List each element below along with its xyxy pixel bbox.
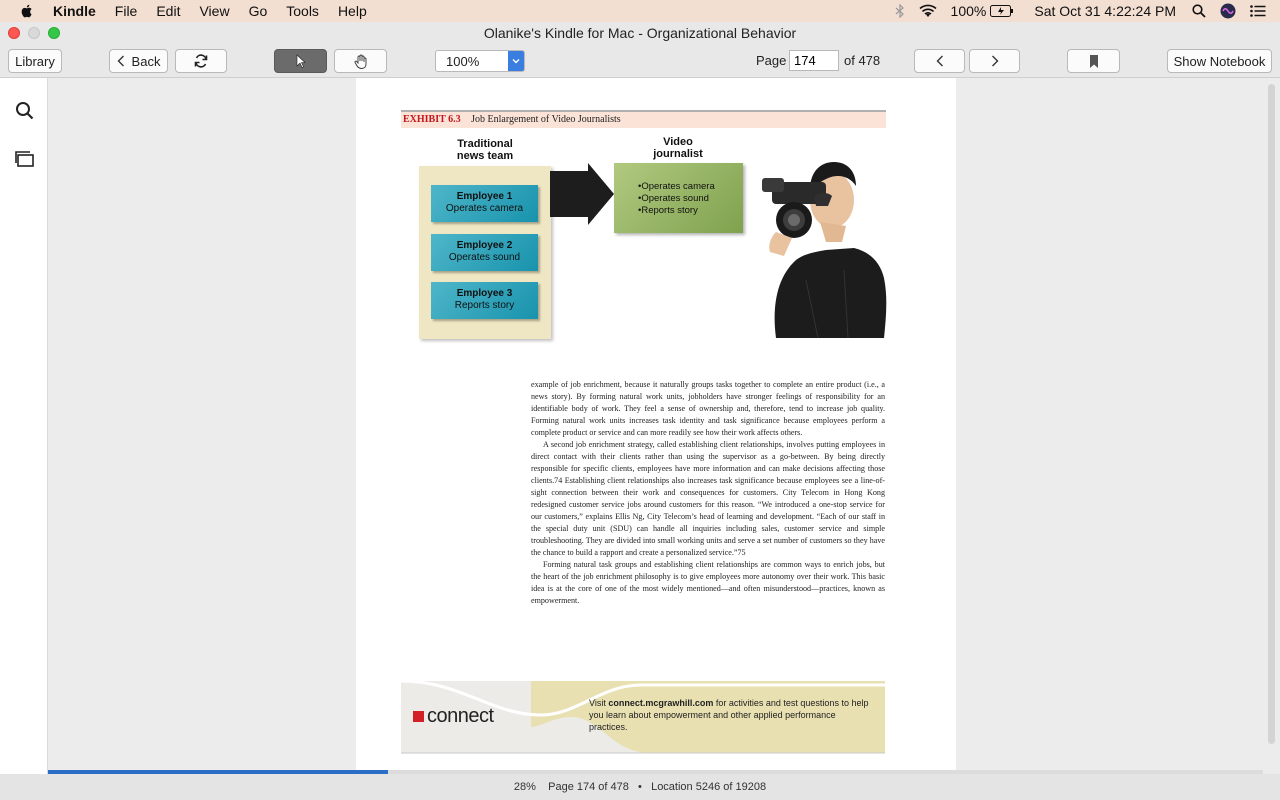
book-page: EXHIBIT 6.3 Job Enlargement of Video Jou… [356,78,956,770]
traditional-team-heading: Traditional news team [456,138,514,162]
page-number-input[interactable]: 174 [789,50,839,71]
spotlight-icon[interactable] [1192,4,1206,18]
employee-card: Employee 1 Operates camera [431,185,538,222]
chevron-right-icon [991,55,998,67]
reading-area: EXHIBIT 6.3 Job Enlargement of Video Jou… [49,78,1280,770]
zoom-window-button[interactable] [48,27,60,39]
vertical-scrollbar[interactable] [1268,84,1275,744]
employee-task: Operates camera [445,203,524,214]
bookmark-icon [1089,54,1098,68]
menu-edit[interactable]: Edit [156,3,180,19]
sync-icon [194,54,208,68]
window-titlebar: Olanike's Kindle for Mac - Organizationa… [0,22,1280,44]
back-button[interactable]: Back [109,49,168,73]
body-text: example of job enrichment, because it na… [531,379,885,607]
search-icon[interactable] [14,100,36,122]
library-button[interactable]: Library [8,49,62,73]
left-sidebar [0,78,48,776]
menu-app-name[interactable]: Kindle [53,3,96,19]
toolbar: Library Back 100% Page 174 of 478 Show N… [0,44,1280,78]
traditional-team-panel: Employee 1 Operates camera Employee 2 Op… [419,166,551,339]
siri-icon[interactable] [1220,3,1236,19]
status-bar: 28% Page 174 of 478 • Location 5246 of 1… [0,774,1280,800]
connect-logo: connect [413,705,494,728]
bookmark-button[interactable] [1067,49,1120,73]
employee-task: Reports story [454,300,515,311]
zoom-value: 100% [446,53,480,69]
employee-task: Operates sound [448,252,521,263]
previous-page-button[interactable] [914,49,965,73]
paragraph: Forming natural task groups and establis… [531,560,885,605]
flashcards-icon[interactable] [14,148,36,170]
mcgraw-hill-logo-icon [413,711,424,722]
chevron-down-icon[interactable] [508,51,524,71]
battery-icon[interactable] [990,5,1014,17]
cursor-arrow-icon [296,54,306,68]
page-label: Page [756,53,787,68]
bluetooth-icon[interactable] [895,4,905,18]
journalist-task: Reports story [638,205,743,217]
menu-view[interactable]: View [199,3,229,19]
journalist-task: Operates sound [638,193,743,205]
show-notebook-button[interactable]: Show Notebook [1167,49,1272,73]
connect-banner: connect Visit connect.mcgrawhill.com for… [401,675,885,758]
page-total: of 478 [844,53,881,68]
battery-percent: 100% [950,3,987,19]
cameraman-illustration [762,162,887,339]
window-title: Olanike's Kindle for Mac - Organizationa… [483,25,797,41]
banner-text-prefix: Visit [589,698,609,708]
employee-name: Employee 3 [456,288,513,299]
wifi-icon[interactable] [919,4,937,18]
connect-banner-text: Visit connect.mcgrawhill.com for activit… [589,697,874,733]
arrow-right-icon [550,163,614,225]
hand-icon [354,54,366,69]
connect-logo-text: connect [427,705,494,727]
exhibit-number: EXHIBIT 6.3 [403,114,461,125]
paragraph: example of job enrichment, because it na… [531,380,885,437]
menu-file[interactable]: File [115,3,138,19]
employee-name: Employee 1 [456,191,513,202]
exhibit-title: Job Enlargement of Video Journalists [471,114,621,125]
chevron-left-icon [936,55,943,67]
menubar-clock[interactable]: Sat Oct 31 4:22:24 PM [1034,3,1176,19]
notification-center-icon[interactable] [1250,5,1266,17]
video-journalist-heading: Video journalist [653,136,703,160]
minimize-window-button[interactable] [28,27,40,39]
journalist-task: Operates camera [638,181,743,193]
back-button-label: Back [131,53,161,69]
menu-help[interactable]: Help [338,3,367,19]
apple-icon[interactable] [19,3,35,19]
exhibit-header: EXHIBIT 6.3 Job Enlargement of Video Jou… [401,110,886,128]
sync-button[interactable] [175,49,227,73]
select-tool-button[interactable] [274,49,327,73]
menu-bar: Kindle File Edit View Go Tools Help 100%… [0,0,1280,22]
menu-go[interactable]: Go [249,3,268,19]
close-window-button[interactable] [8,27,20,39]
video-journalist-panel: Operates camera Operates sound Reports s… [614,163,743,233]
chevron-left-icon [117,55,124,67]
zoom-select[interactable]: 100% [435,50,525,72]
paragraph: A second job enrichment strategy, called… [531,440,885,557]
location-status: 28% Page 174 of 478 • Location 5246 of 1… [513,781,767,793]
employee-name: Employee 2 [456,240,513,251]
connect-url-link[interactable]: connect.mcgrawhill.com [608,698,713,708]
employee-card: Employee 3 Reports story [431,282,538,319]
next-page-button[interactable] [969,49,1020,73]
menu-tools[interactable]: Tools [286,3,319,19]
employee-card: Employee 2 Operates sound [431,234,538,271]
pan-tool-button[interactable] [334,49,387,73]
